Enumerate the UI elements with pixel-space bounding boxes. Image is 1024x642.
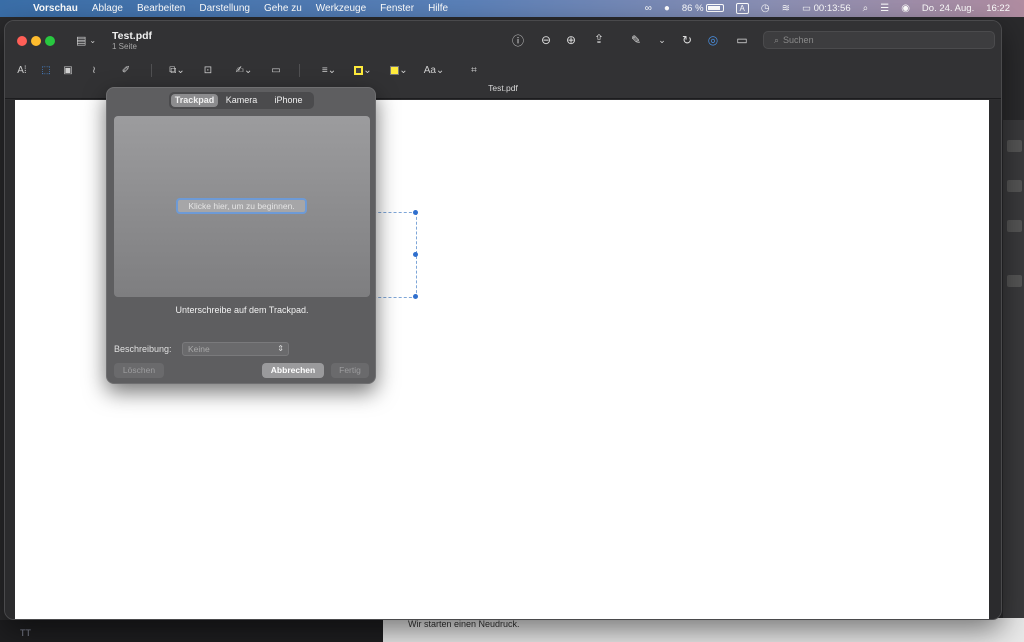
resize-handle[interactable] [413,210,418,215]
click-to-begin-button[interactable]: Klicke hier, um zu beginnen. [176,198,307,214]
menu-app-name[interactable]: Vorschau [26,3,85,14]
sidebar-icon: ▤ [75,35,87,47]
background-sidebar-text: TT [20,628,31,638]
signature-source-tabs: Trackpad Kamera iPhone [169,92,314,109]
text-box-tool-icon[interactable]: ⊡ [199,61,217,79]
instant-alpha-icon[interactable]: ▣ [59,61,77,79]
menu-hilfe[interactable]: Hilfe [421,3,455,14]
document-page-count: 1 Seite [112,42,137,51]
search-icon: ⌕ [774,35,780,45]
menu-gehe-zu[interactable]: Gehe zu [257,3,309,14]
chevron-down-icon: ⌄ [89,36,97,45]
markup-toolbar-icon[interactable]: ◎ [703,31,723,49]
time-machine-icon[interactable]: ◷ [755,3,776,14]
signature-tool-icon[interactable]: ✍⌄ [231,61,257,79]
rotate-icon[interactable]: ↻ [677,31,697,49]
wifi-icon[interactable]: ≋ [776,3,796,14]
background-document-text: Wir starten einen Neudruck. [408,619,520,629]
battery-status[interactable]: 86 % [676,3,730,14]
sidebar-toggle-button[interactable]: ▤ ⌄ [72,32,100,49]
cancel-button[interactable]: Abbrechen [262,363,324,378]
zoom-out-icon[interactable]: ⊖ [536,31,556,49]
siri-icon[interactable]: ◉ [895,3,916,14]
menu-bearbeiten[interactable]: Bearbeiten [130,3,192,14]
menu-werkzeuge[interactable]: Werkzeuge [309,3,373,14]
battery-icon [705,4,724,13]
zoom-window-button[interactable] [45,36,55,46]
info-icon[interactable]: ⓘ [508,31,528,49]
fill-color-swatch [390,65,400,75]
form-fill-icon[interactable]: ▭ [732,31,752,49]
draw-tool-icon[interactable]: ✐ [117,61,135,79]
done-button[interactable]: Fertig [331,363,369,378]
tab-iphone[interactable]: iPhone [265,94,312,107]
signature-instruction: Unterschreibe auf dem Trackpad. [175,305,309,315]
menu-fenster[interactable]: Fenster [373,3,421,14]
menubar-date[interactable]: Do. 24. Aug. [916,3,980,14]
zoom-in-icon[interactable]: ⊕ [561,31,581,49]
keyboard-input-indicator[interactable]: A [730,3,755,14]
link-status-icon[interactable]: ∞ [639,3,658,14]
menu-ablage[interactable]: Ablage [85,3,130,14]
shapes-tool-icon[interactable]: ⧉⌄ [165,61,189,79]
timer-status[interactable]: ▭ 00:13:56 [796,3,857,14]
text-selection-tool-icon[interactable]: A⁞ [13,61,31,79]
document-title: Test.pdf [112,30,153,42]
sketch-tool-icon[interactable]: ≀ [85,61,103,79]
crop-icon[interactable]: ⌗ [465,61,483,79]
control-center-icon[interactable]: ☰ [874,3,895,14]
share-icon[interactable]: ⇪ [589,30,609,48]
close-window-button[interactable] [17,36,27,46]
description-value: Keine [188,344,210,354]
markup-pen-icon[interactable]: ✎ [626,31,646,49]
border-color-button[interactable]: ⌄ [351,61,375,79]
tab-kamera[interactable]: Kamera [218,94,265,107]
menu-bar: Vorschau Ablage Bearbeiten Darstellung G… [0,0,1024,17]
menu-darstellung[interactable]: Darstellung [192,3,257,14]
clear-button[interactable]: Löschen [114,363,164,378]
fill-color-button[interactable]: ⌄ [387,61,411,79]
minimize-window-button[interactable] [31,36,41,46]
rectangular-selection-tool-icon[interactable]: ⬚ [37,61,55,79]
note-tool-icon[interactable]: ▭ [267,61,285,79]
border-color-swatch [354,65,364,75]
description-label: Beschreibung: [114,344,172,354]
background-window-edge [1003,120,1024,620]
app-status-icon[interactable]: ● [658,3,676,14]
spotlight-search-icon[interactable]: ⌕ [857,3,875,14]
markup-toolbar: A⁞ ⬚ ▣ ≀ ✐ ⧉⌄ ⊡ ✍⌄ ▭ ≡⌄ ⌄ ⌄ Aa⌄ ⌗ [5,61,1001,83]
resize-handle[interactable] [413,294,418,299]
signature-popover: Trackpad Kamera iPhone Klicke hier, um z… [106,87,376,384]
text-style-icon[interactable]: Aa⌄ [421,61,447,79]
description-select[interactable]: Keine ⇕ [182,342,289,356]
tab-trackpad[interactable]: Trackpad [171,94,218,107]
menubar-time[interactable]: 16:22 [980,3,1016,14]
updown-chevron-icon: ⇕ [277,344,284,353]
line-style-icon[interactable]: ≡⌄ [317,61,341,79]
search-field[interactable]: ⌕ Suchen [763,31,995,49]
search-placeholder: Suchen [783,35,814,45]
resize-handle[interactable] [413,252,418,257]
markup-chevron-down-icon[interactable]: ⌄ [652,31,672,49]
signature-canvas[interactable]: Klicke hier, um zu beginnen. [114,116,370,297]
